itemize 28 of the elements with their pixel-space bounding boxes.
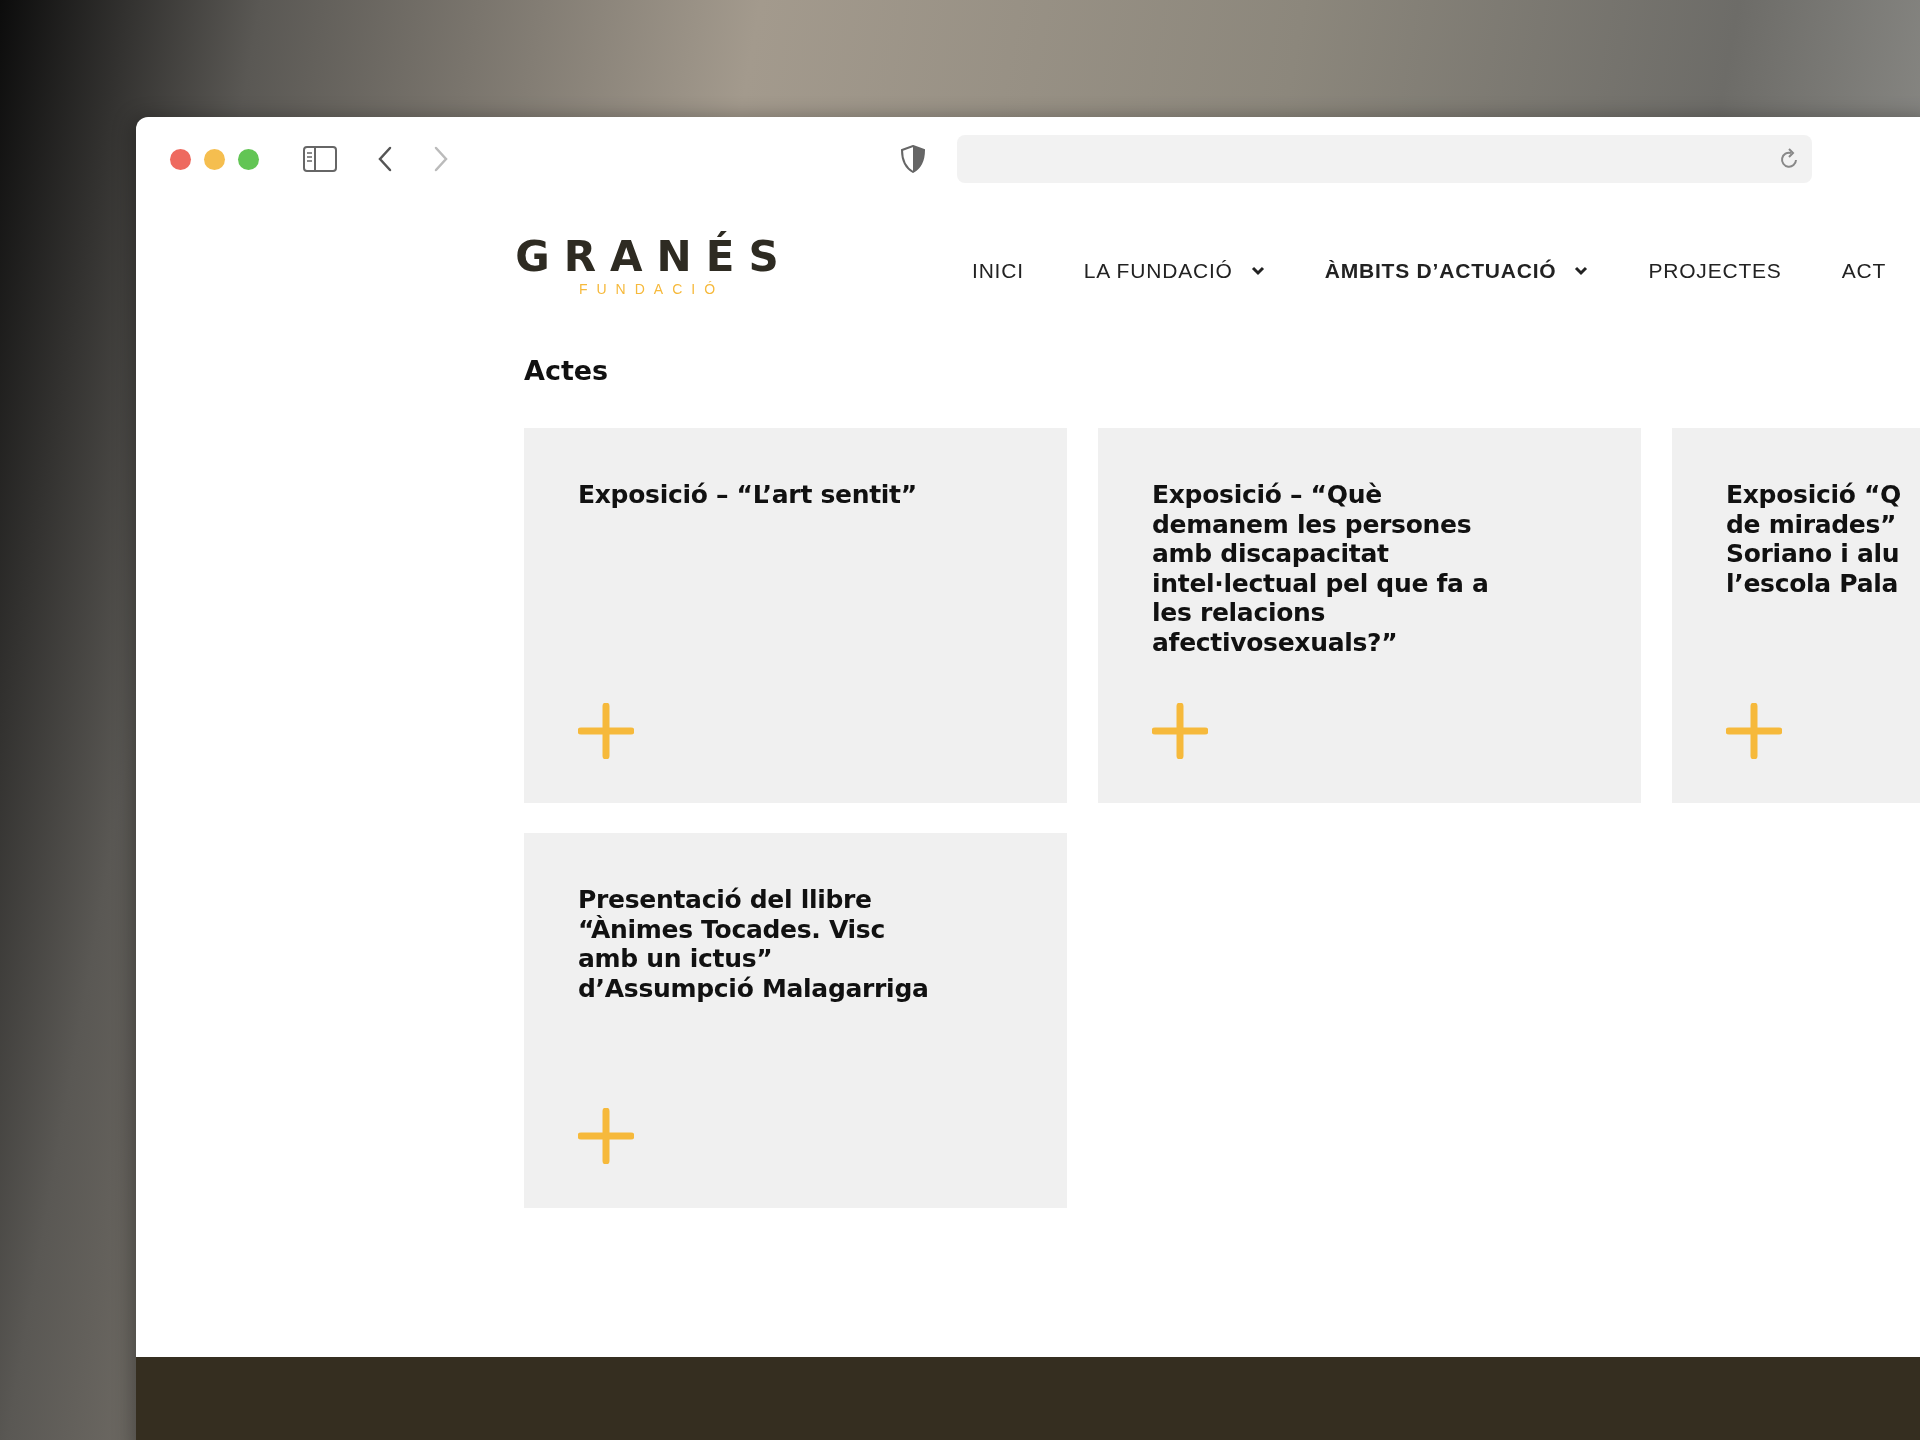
event-card[interactable]: Presentació del llibre “Ànimes Tocades. Visc amb un ictus” d’Assumpció Malagarriga [524,833,1067,1208]
event-card[interactable]: Exposició “Q de mirades” Soriano i alu l’escola Pala [1672,428,1920,803]
page-heading: Actes [524,355,610,386]
plus-icon[interactable] [578,703,634,759]
minimize-window-button[interactable] [204,148,225,170]
nav-link[interactable]: ACT [1841,259,1887,283]
event-title: Exposició – “L’art sentit” [578,480,917,510]
nav-link[interactable]: PROJECTES [1648,259,1782,283]
nav-link[interactable]: INICI [972,259,1024,283]
logo-subtitle: FUNDACIÓ [578,280,725,297]
plus-icon[interactable] [1726,703,1782,759]
event-title: Presentació del llibre “Ànimes Tocades. Visc amb un ictus” d’Assumpció Malagarriga [578,885,929,1003]
event-title: Exposició – “Què demanem les persones amb discapacitat intel·lectual pel que fa a les relacions afectivosexuals?” [1152,480,1489,657]
sidebar-icon[interactable] [303,146,337,172]
nav-link[interactable]: ÀMBITS D’ACTUACIÓ [1324,259,1589,283]
event-card[interactable]: Exposició – “Què demanem les persones amb discapacitat intel·lectual pel que fa a les relacions afectivosexuals?” [1098,428,1641,803]
nav-link[interactable]: LA FUNDACIÓ [1083,259,1265,283]
event-card[interactable]: Exposició – “L’art sentit” [524,428,1067,803]
shield-icon[interactable] [901,145,925,173]
logo-wordmark[interactable]: GRANÉS [515,231,793,281]
close-window-button[interactable] [170,148,191,170]
event-title: Exposició “Q de mirades” Soriano i alu l’escola Pala [1726,480,1902,598]
plus-icon[interactable] [1152,703,1208,759]
zoom-window-button[interactable] [238,148,259,170]
forward-icon[interactable] [433,146,449,172]
plus-icon[interactable] [578,1108,634,1164]
back-icon[interactable] [377,146,393,172]
reload-icon[interactable] [1780,148,1800,170]
